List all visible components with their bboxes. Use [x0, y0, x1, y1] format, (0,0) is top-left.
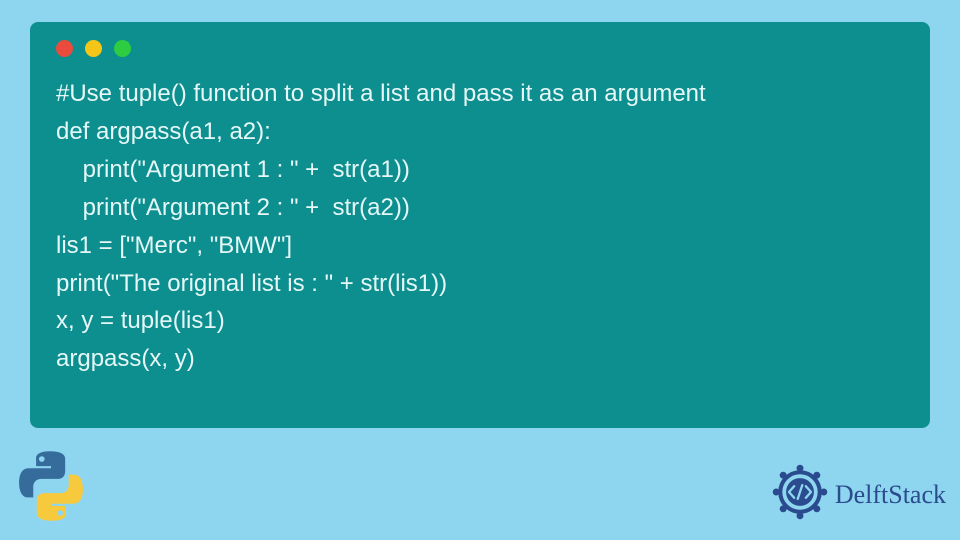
code-line: def argpass(a1, a2):	[56, 118, 271, 145]
brand-logo: DelftStack	[771, 463, 946, 526]
code-line: print("The original list is : " + str(li…	[56, 270, 447, 297]
code-line: #Use tuple() function to split a list an…	[56, 80, 706, 107]
code-line: print("Argument 2 : " + str(a2))	[56, 194, 410, 221]
maximize-icon	[114, 40, 131, 57]
code-block: #Use tuple() function to split a list an…	[56, 75, 904, 378]
minimize-icon	[85, 40, 102, 57]
brand-name: DelftStack	[835, 480, 946, 510]
code-card: #Use tuple() function to split a list an…	[30, 22, 930, 428]
code-line: argpass(x, y)	[56, 345, 195, 372]
close-icon	[56, 40, 73, 57]
code-line: print("Argument 1 : " + str(a1))	[56, 156, 410, 183]
code-line: x, y = tuple(lis1)	[56, 307, 225, 334]
python-logo-icon	[12, 447, 90, 530]
code-line: lis1 = ["Merc", "BMW"]	[56, 232, 292, 259]
window-controls	[56, 40, 904, 57]
delftstack-gear-icon	[771, 463, 829, 526]
